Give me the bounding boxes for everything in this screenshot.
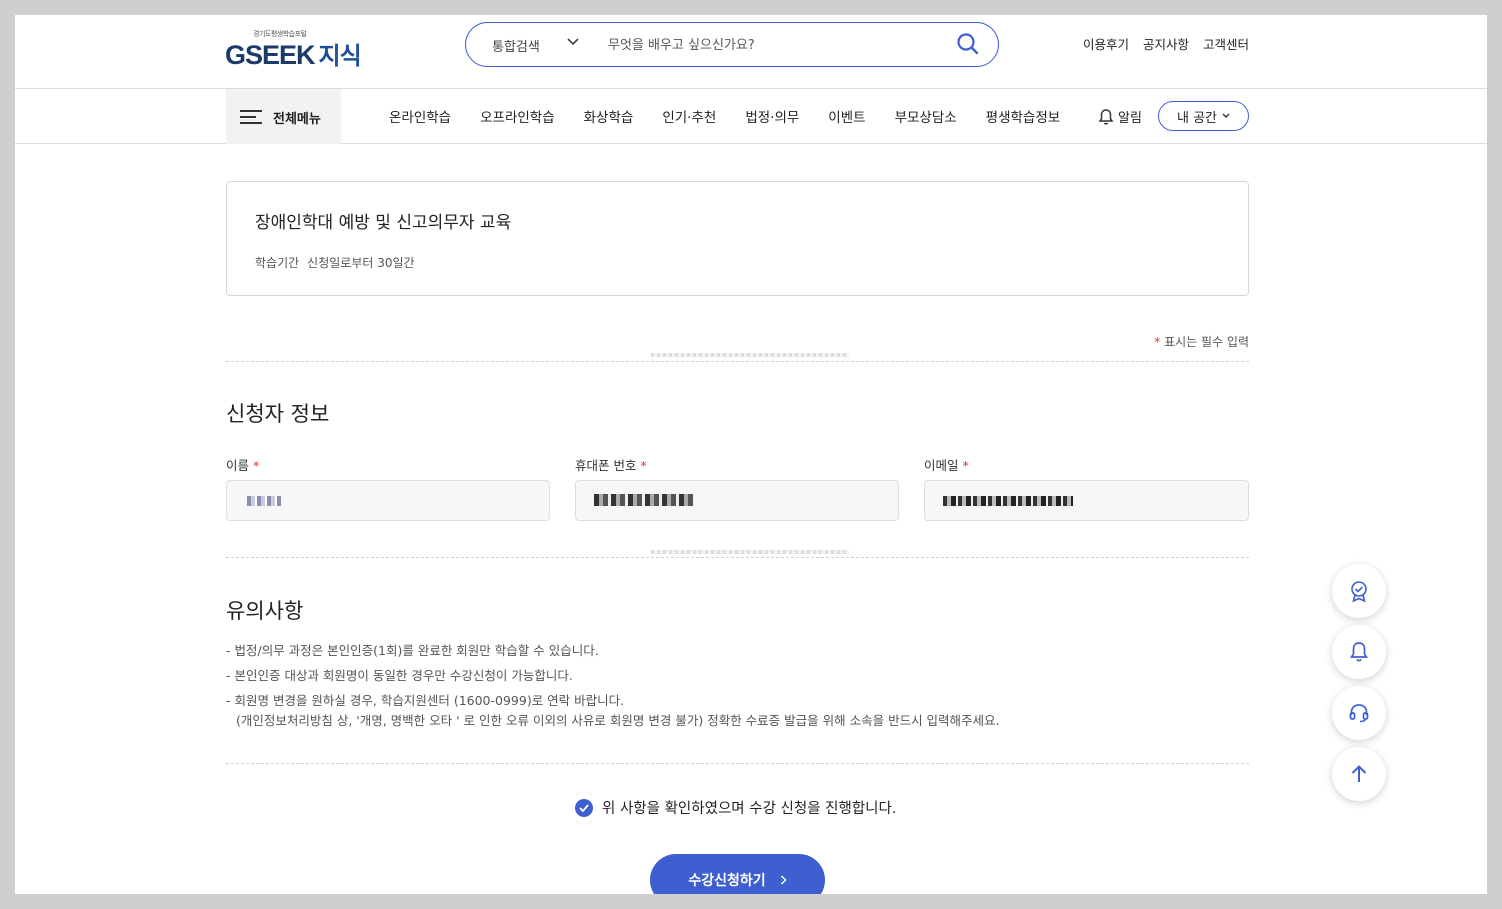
headset-icon bbox=[1349, 704, 1369, 723]
nav-item-offline[interactable]: 오프라인학습 bbox=[480, 106, 555, 126]
link-notices[interactable]: 공지사항 bbox=[1143, 34, 1189, 53]
all-menu-label: 전체메뉴 bbox=[273, 112, 321, 127]
redacted-name bbox=[247, 496, 281, 506]
course-title: 장애인학대 예방 및 신고의무자 교육 bbox=[255, 213, 512, 233]
required-note-text: 표시는 필수 입력 bbox=[1164, 335, 1249, 349]
period-label: 학습기간 bbox=[255, 256, 300, 270]
arrow-up-icon bbox=[1351, 765, 1367, 782]
divider bbox=[226, 361, 1249, 362]
link-reviews[interactable]: 이용후기 bbox=[1083, 34, 1129, 53]
alarm-label: 알림 bbox=[1118, 111, 1142, 126]
email-label-text: 이메일 bbox=[924, 458, 959, 473]
nav-item-event[interactable]: 이벤트 bbox=[828, 106, 865, 126]
divider bbox=[226, 557, 1249, 558]
name-label: 이름 * bbox=[226, 455, 259, 474]
hamburger-icon bbox=[240, 110, 262, 124]
phone-label: 휴대폰 번호 * bbox=[575, 455, 647, 474]
logo-brand-text: GSEEK bbox=[225, 40, 316, 70]
nav-items: 온라인학습 오프라인학습 화상학습 인기·추천 법정·의무 이벤트 부모상담소 … bbox=[389, 106, 1089, 126]
search-icon[interactable] bbox=[955, 31, 981, 57]
email-required-star: * bbox=[962, 458, 969, 473]
divider bbox=[226, 763, 1249, 764]
search-bar: 통합검색 bbox=[465, 22, 999, 67]
notice-sub: (개인정보처리방침 상, '개명, 명백한 오타 ' 로 인한 오류 이외의 사… bbox=[236, 713, 1000, 728]
alarm-button[interactable]: 알림 bbox=[1098, 107, 1142, 126]
email-field[interactable] bbox=[924, 480, 1249, 521]
notice-item: - 회원명 변경을 원하실 경우, 학습지원센터 (1600-0999)로 연락… bbox=[226, 693, 625, 708]
chevron-right-icon bbox=[780, 875, 787, 885]
chevron-down-icon[interactable] bbox=[564, 32, 582, 50]
redacted-email bbox=[943, 496, 1073, 506]
search-input[interactable] bbox=[608, 33, 928, 57]
utility-links: 이용후기 공지사항 고객센터 bbox=[1083, 34, 1249, 53]
page: 경기도평생학습포털 GSEEK지식 통합검색 이용후기 공지사항 고객센터 전체… bbox=[15, 15, 1487, 894]
logo-suffix: 지식 bbox=[318, 43, 362, 70]
submit-button[interactable]: 수강신청하기 bbox=[650, 854, 825, 894]
support-button[interactable] bbox=[1332, 686, 1386, 740]
link-support[interactable]: 고객센터 bbox=[1203, 34, 1249, 53]
nav-item-video[interactable]: 화상학습 bbox=[584, 106, 634, 126]
site-logo[interactable]: 경기도평생학습포털 GSEEK 지식 bbox=[225, 29, 375, 70]
bell-icon bbox=[1098, 108, 1114, 125]
phone-field[interactable] bbox=[575, 480, 899, 521]
name-field[interactable] bbox=[226, 480, 550, 521]
required-star: * bbox=[1154, 335, 1161, 349]
redacted-strip bbox=[651, 550, 849, 554]
required-note: * 표시는 필수 입력 bbox=[1015, 333, 1249, 350]
certificate-button[interactable] bbox=[1332, 564, 1386, 618]
nav-item-online[interactable]: 온라인학습 bbox=[389, 106, 451, 126]
my-space-button[interactable]: 내 공간 bbox=[1158, 101, 1249, 131]
email-label: 이메일 * bbox=[924, 455, 969, 474]
redacted-strip bbox=[651, 353, 849, 357]
name-required-star: * bbox=[253, 458, 260, 473]
notice-item: - 본인인증 대상과 회원명이 동일한 경우만 수강신청이 가능합니다. bbox=[226, 668, 573, 683]
applicant-heading: 신청자 정보 bbox=[226, 402, 330, 426]
chevron-down-icon bbox=[1222, 113, 1230, 118]
scroll-top-button[interactable] bbox=[1332, 747, 1386, 801]
nav-item-popular[interactable]: 인기·추천 bbox=[662, 106, 716, 126]
nav-item-mandatory[interactable]: 법정·의무 bbox=[745, 106, 799, 126]
alarm-fab-button[interactable] bbox=[1332, 625, 1386, 679]
top-header: 경기도평생학습포털 GSEEK지식 통합검색 이용후기 공지사항 고객센터 bbox=[15, 15, 1487, 89]
phone-required-star: * bbox=[640, 458, 647, 473]
notice-heading: 유의사항 bbox=[226, 599, 304, 623]
all-menu-button[interactable]: 전체메뉴 bbox=[226, 89, 341, 144]
name-label-text: 이름 bbox=[226, 458, 250, 473]
nav-item-info[interactable]: 평생학습정보 bbox=[986, 106, 1061, 126]
my-space-label: 내 공간 bbox=[1176, 110, 1217, 126]
submit-label: 수강신청하기 bbox=[688, 873, 766, 889]
nav-item-parent[interactable]: 부모상담소 bbox=[895, 106, 957, 126]
course-period: 학습기간 신청일로부터 30일간 bbox=[255, 254, 415, 271]
period-value: 신청일로부터 30일간 bbox=[307, 256, 415, 270]
check-icon bbox=[575, 798, 593, 817]
main-nav: 전체메뉴 온라인학습 오프라인학습 화상학습 인기·추천 법정·의무 이벤트 부… bbox=[15, 89, 1487, 144]
certificate-icon bbox=[1351, 581, 1367, 603]
phone-label-text: 휴대폰 번호 bbox=[575, 458, 637, 473]
redacted-phone bbox=[594, 494, 694, 506]
agree-label: 위 사항을 확인하였으며 수강 신청을 진행합니다. bbox=[602, 801, 897, 817]
logo-brand: GSEEK 지식 bbox=[225, 36, 362, 71]
search-category-select[interactable]: 통합검색 bbox=[492, 36, 540, 55]
notice-item: - 법정/의무 과정은 본인인증(1회)를 완료한 회원만 학습할 수 있습니다… bbox=[226, 643, 599, 658]
notice-list: - 법정/의무 과정은 본인인증(1회)를 완료한 회원만 학습할 수 있습니다… bbox=[226, 638, 1000, 729]
bell-icon bbox=[1349, 642, 1369, 662]
course-card: 장애인학대 예방 및 신고의무자 교육 학습기간 신청일로부터 30일간 bbox=[226, 181, 1249, 296]
agree-checkbox[interactable]: 위 사항을 확인하였으며 수강 신청을 진행합니다. bbox=[575, 797, 896, 818]
